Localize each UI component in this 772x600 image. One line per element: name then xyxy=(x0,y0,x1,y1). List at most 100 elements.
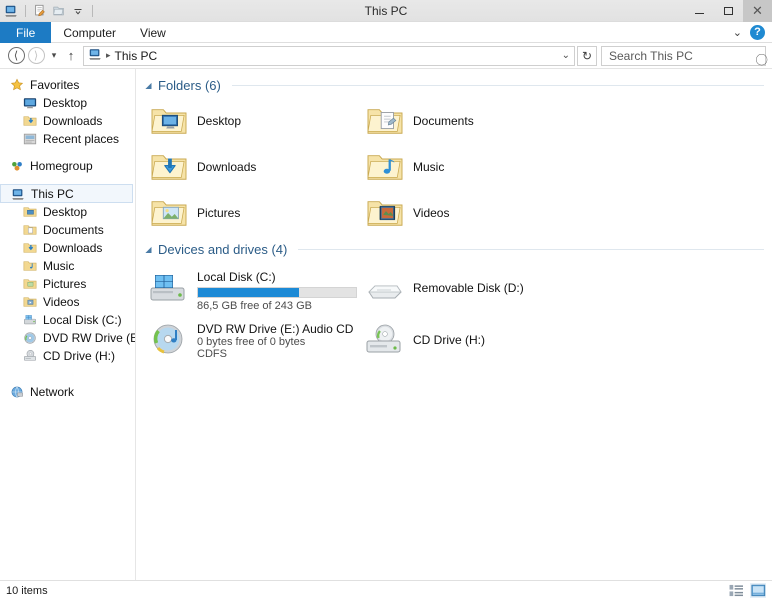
folder-item-label: Videos xyxy=(413,206,450,220)
audio-cd-icon xyxy=(147,317,191,361)
sidebar-item-label: Desktop xyxy=(43,205,88,219)
navigation-pane: Favorites Desktop Downloads Recent place… xyxy=(0,69,136,580)
sidebar-item-downloads-fav[interactable]: Downloads xyxy=(0,112,136,130)
drive-info: Local Disk (C:) 86,5 GB free of 243 GB xyxy=(197,265,357,312)
title-bar: This PC ✕ xyxy=(0,0,772,22)
tab-view[interactable]: View xyxy=(128,22,178,43)
folder-item-videos[interactable]: Videos xyxy=(360,190,576,236)
this-pc-icon xyxy=(88,47,102,64)
sidebar-item-desktop-fav[interactable]: Desktop xyxy=(0,94,136,112)
customize-quick-access-toolbar-icon[interactable] xyxy=(70,3,86,19)
content-pane: ◢ Folders (6) Desktop Documents Download… xyxy=(136,69,772,580)
tab-computer[interactable]: Computer xyxy=(51,22,128,43)
hard-drive-icon xyxy=(22,312,38,328)
help-icon[interactable]: ? xyxy=(750,24,765,40)
breadcrumb-separator: ▸ xyxy=(106,50,111,60)
details-view-button[interactable] xyxy=(728,583,744,598)
sidebar-item-label: Music xyxy=(43,259,75,273)
sidebar-item-pictures[interactable]: Pictures xyxy=(0,275,136,293)
folders-group-header[interactable]: ◢ Folders (6) xyxy=(144,76,764,95)
drive-label: Local Disk (C:) xyxy=(197,270,276,284)
sidebar-item-documents[interactable]: Documents xyxy=(0,221,136,239)
folder-item-music[interactable]: Music xyxy=(360,144,576,190)
folders-tile-list: Desktop Documents Downloads Music Pictur… xyxy=(144,98,764,236)
drive-capacity-text: 0 bytes free of 0 bytes xyxy=(197,336,306,348)
maximize-button[interactable] xyxy=(714,0,743,22)
sidebar-item-music[interactable]: Music xyxy=(0,257,136,275)
chevron-collapse-icon[interactable]: ◢ xyxy=(144,81,153,90)
qat-separator-1 xyxy=(25,4,26,17)
recent-locations-button[interactable]: ▾ xyxy=(46,50,62,61)
sidebar-item-videos[interactable]: Videos xyxy=(0,293,136,311)
folder-item-label: Pictures xyxy=(197,206,241,220)
sidebar-item-desktop[interactable]: Desktop xyxy=(0,203,136,221)
sidebar-item-label: Recent places xyxy=(43,132,120,146)
pictures-folder-icon xyxy=(147,191,191,235)
documents-folder-icon xyxy=(22,222,38,238)
sidebar-item-local-disk-c[interactable]: Local Disk (C:) xyxy=(0,311,136,329)
folder-item-pictures[interactable]: Pictures xyxy=(144,190,360,236)
desktop-folder-icon xyxy=(147,99,191,143)
properties-icon[interactable] xyxy=(32,3,48,19)
group-divider xyxy=(298,249,764,250)
sidebar-item-label: Videos xyxy=(43,295,80,309)
folder-item-label: Documents xyxy=(413,114,474,128)
drive-item-dvd-rw-drive-e[interactable]: DVD RW Drive (E:) Audio CD 0 bytes free … xyxy=(144,314,360,366)
sidebar-item-dvd-rw-drive-e[interactable]: DVD RW Drive (E:) A xyxy=(0,329,136,347)
devices-tile-list: Local Disk (C:) 86,5 GB free of 243 GB R… xyxy=(144,262,764,366)
star-icon xyxy=(9,77,25,93)
capacity-bar-fill xyxy=(198,288,300,297)
sidebar-item-recent-places[interactable]: Recent places xyxy=(0,130,136,148)
forward-arrow-icon: ⟩ xyxy=(27,47,45,64)
refresh-icon: ↻ xyxy=(581,48,593,63)
close-button[interactable]: ✕ xyxy=(743,0,772,22)
this-pc-icon xyxy=(10,186,26,202)
folder-item-documents[interactable]: Documents xyxy=(360,98,576,144)
sidebar-item-label: This PC xyxy=(31,186,74,201)
sidebar-item-this-pc[interactable]: This PC xyxy=(0,184,133,203)
sidebar-item-downloads[interactable]: Downloads xyxy=(0,239,136,257)
downloads-folder-icon xyxy=(22,240,38,256)
removable-disk-icon xyxy=(363,266,407,310)
sidebar-item-label: Homegroup xyxy=(30,159,93,173)
sidebar-item-label: DVD RW Drive (E:) A xyxy=(43,331,136,345)
drive-item-local-disk-c[interactable]: Local Disk (C:) 86,5 GB free of 243 GB xyxy=(144,262,360,314)
quick-access-toolbar xyxy=(0,0,96,21)
address-bar[interactable]: ▸ This PC ⌄ xyxy=(83,45,575,66)
drive-item-cd-drive-h[interactable]: CD Drive (H:) xyxy=(360,314,576,366)
search-box[interactable]: ⃝ xyxy=(601,45,771,66)
address-dropdown-icon[interactable]: ⌄ xyxy=(562,50,570,61)
refresh-button[interactable]: ↻ xyxy=(577,45,597,66)
file-explorer-window: This PC ✕ File Computer View ⌄ ? ⟨ ⟩ ▾ ↑… xyxy=(0,0,772,600)
breadcrumb-this-pc[interactable]: This PC xyxy=(115,49,158,63)
chevron-collapse-icon[interactable]: ◢ xyxy=(144,245,153,254)
ribbon-tab-bar: File Computer View ⌄ ? xyxy=(0,22,772,43)
tab-file[interactable]: File xyxy=(0,22,52,43)
large-icons-view-button[interactable] xyxy=(750,583,766,598)
sidebar-item-cd-drive-h[interactable]: CD Drive (H:) xyxy=(0,347,136,365)
folder-item-downloads[interactable]: Downloads xyxy=(144,144,360,190)
capacity-bar xyxy=(197,287,357,298)
chevron-down-icon[interactable]: ⌄ xyxy=(733,26,742,39)
sidebar-item-label: Downloads xyxy=(43,241,103,255)
sidebar-item-homegroup[interactable]: Homegroup xyxy=(0,157,136,175)
sidebar-item-label: CD Drive (H:) xyxy=(43,349,115,363)
pictures-folder-icon xyxy=(22,276,38,292)
sidebar-item-label: Desktop xyxy=(43,96,88,110)
forward-button[interactable]: ⟩ xyxy=(26,46,46,66)
folder-item-desktop[interactable]: Desktop xyxy=(144,98,360,144)
maximize-icon xyxy=(724,6,733,15)
item-count-label: 10 items xyxy=(6,584,48,597)
minimize-button[interactable] xyxy=(685,0,714,22)
sidebar-item-network[interactable]: Network xyxy=(0,383,136,401)
sidebar-item-label: Downloads xyxy=(43,114,103,128)
up-button[interactable]: ↑ xyxy=(62,48,80,63)
drive-item-removable-disk-d[interactable]: Removable Disk (D:) xyxy=(360,262,576,314)
new-folder-icon[interactable] xyxy=(51,3,67,19)
devices-group-header[interactable]: ◢ Devices and drives (4) xyxy=(144,240,764,259)
search-input[interactable] xyxy=(607,47,766,64)
this-pc-icon[interactable] xyxy=(3,3,19,19)
sidebar-item-favorites[interactable]: Favorites xyxy=(0,76,136,94)
back-button[interactable]: ⟨ xyxy=(6,46,26,66)
